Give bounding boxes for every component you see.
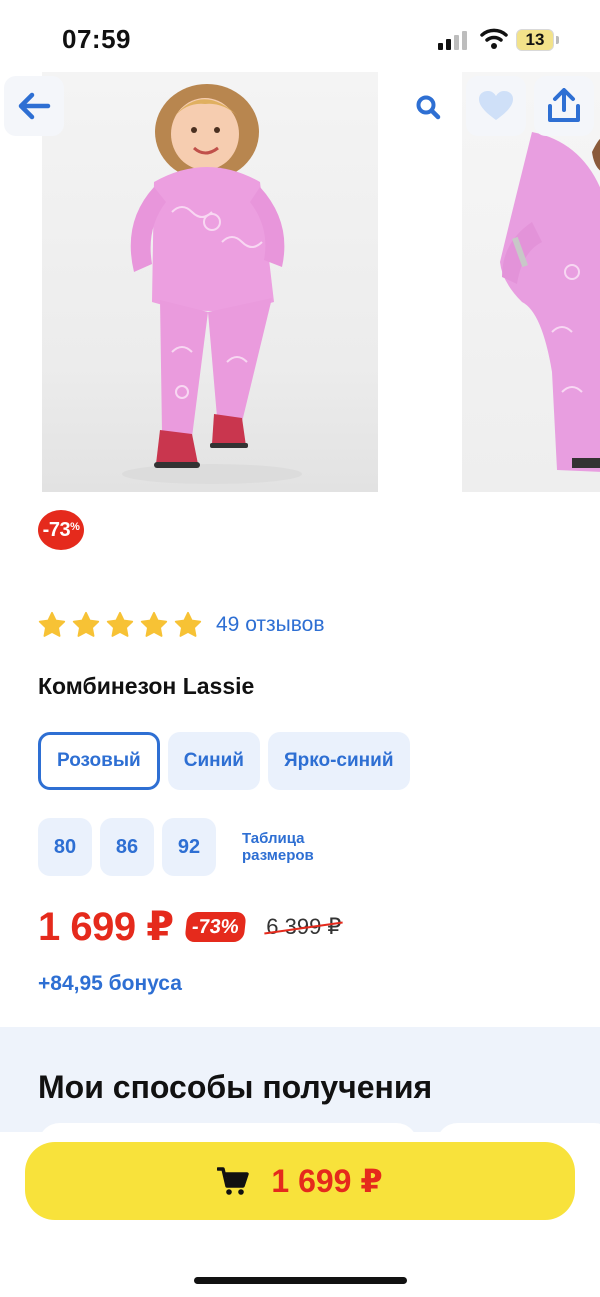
color-chip-pink[interactable]: Розовый (38, 732, 160, 790)
discount-badge: -73% (38, 510, 84, 550)
battery-indicator: 13 (516, 29, 554, 51)
wifi-icon (480, 28, 508, 49)
product-photo[interactable] (42, 72, 378, 492)
search-icon (416, 95, 441, 120)
search-button[interactable] (404, 86, 452, 128)
status-bar: 07:59 13 (0, 0, 600, 70)
star-icon (174, 611, 202, 637)
heart-icon (479, 91, 513, 120)
discount-percent-sign: % (70, 521, 80, 533)
discount-value: -73 (42, 518, 71, 541)
add-to-cart-button[interactable]: 1 699 ₽ (25, 1142, 575, 1220)
rating-row[interactable]: 49 отзывов (38, 608, 325, 642)
old-price: 6 399 ₽ (266, 914, 342, 939)
share-icon (548, 88, 580, 122)
arrow-left-icon (18, 92, 51, 120)
back-button[interactable] (4, 76, 64, 136)
color-selector: Розовый Синий Ярко-синий (38, 732, 418, 790)
battery-tip (556, 36, 559, 44)
product-title: Комбинезон Lassie (38, 673, 255, 699)
cart-button-price: 1 699 ₽ (271, 1163, 383, 1199)
reviews-link[interactable]: 49 отзывов (216, 613, 325, 637)
cellular-signal-icon (438, 30, 470, 50)
star-icon (72, 611, 100, 637)
color-chip-bright-blue[interactable]: Ярко-синий (267, 732, 410, 790)
favorite-button[interactable] (466, 76, 526, 136)
star-icon (106, 611, 134, 637)
star-icon (140, 611, 168, 637)
home-indicator[interactable] (194, 1277, 407, 1284)
cart-icon (217, 1167, 250, 1195)
share-button[interactable] (534, 76, 594, 136)
delivery-title: Мои способы получения (38, 1069, 433, 1105)
current-price: 1 699 ₽ (38, 905, 174, 949)
price-discount-badge: -73% (183, 912, 246, 942)
size-table-link[interactable]: Таблица размеров (242, 830, 332, 864)
child-in-snowsuit-image (122, 84, 302, 484)
price-row: 1 699 ₽ -73% 6 399 ₽ (38, 904, 341, 950)
star-icon (38, 611, 66, 637)
size-chip[interactable]: 92 (162, 818, 216, 876)
bonus-points: +84,95 бонуса (38, 972, 182, 995)
color-chip-blue[interactable]: Синий (167, 732, 260, 790)
status-time: 07:59 (62, 24, 131, 54)
size-chip[interactable]: 86 (100, 818, 154, 876)
size-selector: 80 86 92 Таблица размеров (38, 818, 332, 876)
size-chip[interactable]: 80 (38, 818, 92, 876)
